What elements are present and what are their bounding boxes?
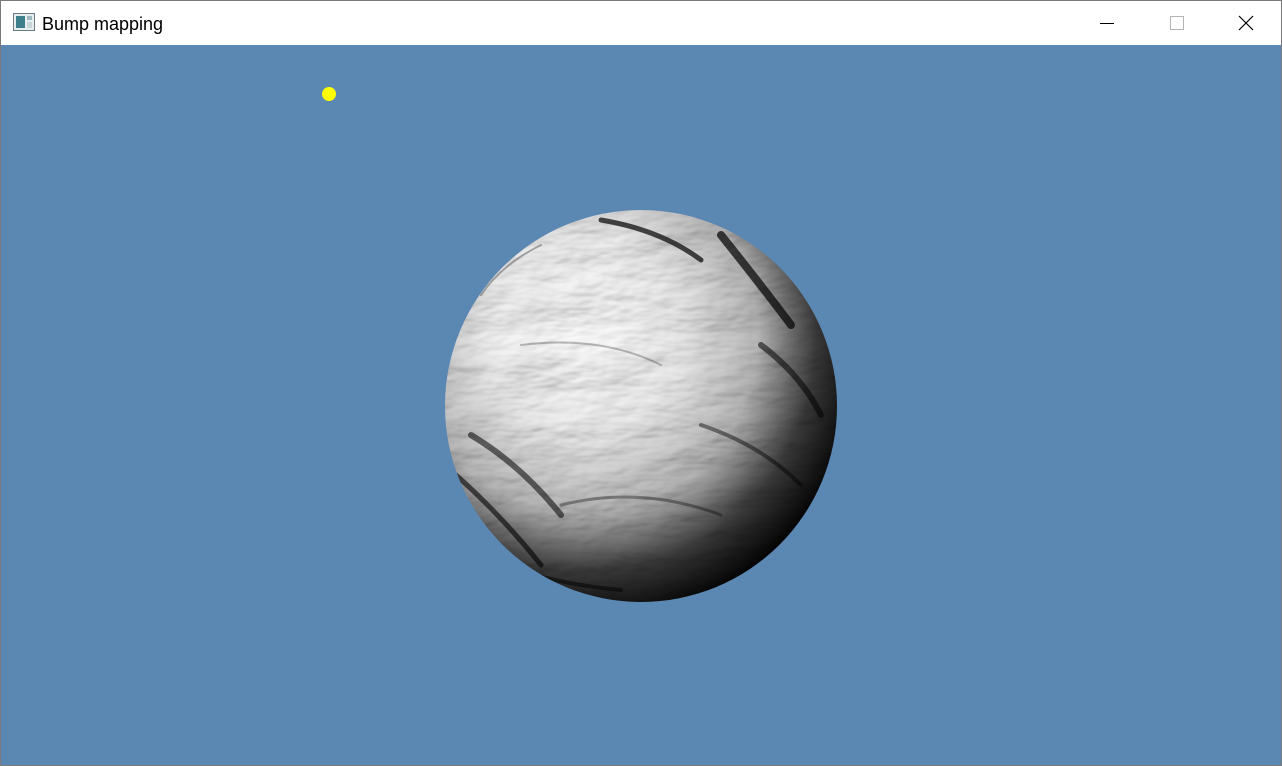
minimize-icon	[1100, 23, 1114, 24]
maximize-button[interactable]	[1142, 1, 1212, 45]
maximize-icon	[1170, 16, 1184, 30]
minimize-button[interactable]	[1072, 1, 1142, 45]
window-title: Bump mapping	[42, 14, 164, 34]
close-button[interactable]	[1211, 1, 1281, 45]
light-source-marker	[322, 87, 336, 101]
app-window: Bump mapping	[0, 0, 1282, 766]
render-scene	[1, 45, 1281, 765]
bump-mapped-sphere	[445, 210, 837, 602]
render-viewport[interactable]	[1, 45, 1281, 765]
close-icon	[1238, 15, 1254, 31]
app-window-icon	[13, 13, 35, 31]
title-bar[interactable]: Bump mapping	[1, 1, 1281, 45]
